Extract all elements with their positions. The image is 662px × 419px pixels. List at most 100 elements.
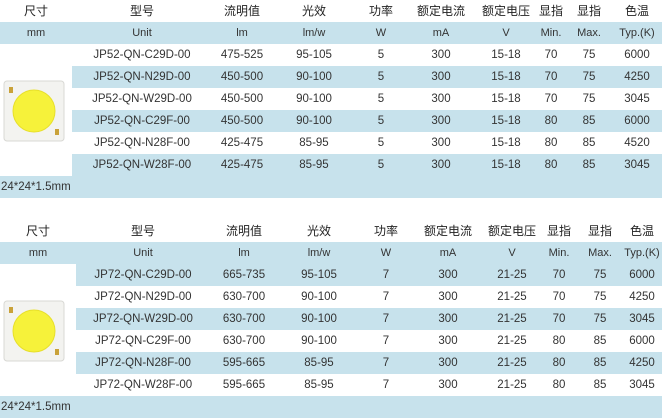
cell-model: JP72-QN-W29D-00 (93, 313, 193, 325)
cell-current: 300 (438, 335, 458, 347)
cell-cri-min: 70 (544, 71, 558, 83)
cell-efficacy: 85-95 (304, 379, 334, 391)
cell-model: JP72-QN-C29F-00 (95, 335, 191, 347)
cell-cri-max: 75 (582, 93, 596, 105)
unit-model: Unit (133, 247, 153, 259)
table-units-row: mm Unit lm lm/w W mA V Min. Max. Typ.(K) (0, 22, 662, 44)
cell-cri-max: 85 (593, 379, 607, 391)
table-row: JP72-QN-W28F-00 595-665 85-95 7 300 21-2… (0, 374, 662, 396)
cell-model: JP52-QN-N29D-00 (93, 71, 191, 83)
cell-cri-max: 85 (593, 357, 607, 369)
cell-power: 7 (382, 335, 390, 347)
cell-efficacy: 90-100 (301, 335, 337, 347)
cell-current: 300 (431, 137, 451, 149)
cell-power: 5 (377, 137, 385, 149)
cell-voltage: 21-25 (497, 335, 527, 347)
table-row: JP52-QN-N29D-00 450-500 90-100 5 300 15-… (0, 66, 662, 88)
cell-cct: 4520 (624, 137, 650, 149)
header-size: 尺寸 (25, 224, 50, 238)
header-model: 型号 (130, 224, 155, 238)
cell-cri-min: 70 (552, 313, 566, 325)
cell-power: 5 (377, 49, 385, 61)
table-units-row: mm Unit lm lm/w W mA V Min. Max. Typ.(K) (0, 242, 662, 264)
unit-model: Unit (132, 27, 152, 39)
cell-cri-min: 80 (552, 379, 566, 391)
unit-efficacy: lm/w (302, 27, 326, 39)
cell-cri-min: 80 (544, 115, 558, 127)
unit-voltage: V (508, 247, 516, 259)
cell-model: JP52-QN-W29D-00 (92, 93, 192, 105)
header-voltage: 额定电压 (487, 224, 536, 238)
cell-model: JP72-QN-N28F-00 (95, 357, 191, 369)
cell-voltage: 15-18 (491, 137, 521, 149)
cell-lumen: 630-700 (222, 313, 266, 325)
cell-cri-max: 85 (593, 335, 607, 347)
header-lumen: 流明值 (225, 224, 262, 238)
table-row: JP52-QN-C29D-00 475-525 95-105 5 300 15-… (0, 44, 662, 66)
cell-power: 7 (382, 379, 390, 391)
cell-efficacy: 85-95 (304, 357, 334, 369)
cell-cri-max: 75 (593, 313, 607, 325)
cell-cri-max: 75 (593, 269, 607, 281)
cell-lumen: 595-665 (222, 379, 266, 391)
unit-cri-max: Max. (577, 27, 601, 39)
table-row: JP52-QN-C29F-00 450-500 90-100 5 300 15-… (0, 110, 662, 132)
unit-size: mm (26, 27, 46, 39)
cell-voltage: 15-18 (491, 115, 521, 127)
table-row: JP72-QN-N28F-00 595-665 85-95 7 300 21-2… (0, 352, 662, 374)
cell-voltage: 15-18 (491, 49, 521, 61)
table-row: JP72-QN-C29D-00 665-735 95-105 7 300 21-… (0, 264, 662, 286)
unit-efficacy: lm/w (307, 247, 331, 259)
unit-lumen: lm (236, 27, 248, 39)
header-size: 尺寸 (23, 4, 48, 18)
header-cri-max: 显指 (587, 224, 612, 238)
table-footer-size: 24*24*1.5mm (0, 176, 662, 198)
cell-cri-min: 80 (552, 335, 566, 347)
cell-efficacy: 85-95 (299, 137, 329, 149)
unit-cct: Typ.(K) (619, 27, 655, 39)
table-header-row: 尺寸 型号 流明值 光效 功率 额定电流 额定电压 显指 显指 色温 (0, 0, 662, 22)
cell-cri-min: 70 (552, 291, 566, 303)
cell-current: 300 (438, 313, 458, 325)
cell-power: 7 (382, 291, 390, 303)
cell-current: 300 (431, 159, 451, 171)
cell-cri-min: 70 (544, 49, 558, 61)
cell-voltage: 15-18 (491, 159, 521, 171)
table-footer-size: 24*24*1.5mm (0, 396, 662, 418)
unit-lumen: lm (238, 247, 250, 259)
cell-model: JP72-QN-C29D-00 (94, 269, 192, 281)
cell-cri-max: 85 (582, 159, 596, 171)
cell-cri-min: 80 (552, 357, 566, 369)
cell-current: 300 (438, 379, 458, 391)
header-current: 额定电流 (423, 224, 472, 238)
cell-current: 300 (438, 269, 458, 281)
cell-voltage: 21-25 (497, 357, 527, 369)
cell-current: 300 (438, 357, 458, 369)
cell-efficacy: 85-95 (299, 159, 329, 171)
header-model: 型号 (129, 4, 154, 18)
table-row: JP52-QN-W29D-00 450-500 90-100 5 300 15-… (0, 88, 662, 110)
cell-lumen: 630-700 (222, 335, 266, 347)
cell-lumen: 425-475 (220, 137, 264, 149)
cell-efficacy: 90-100 (296, 71, 332, 83)
header-lumen: 流明值 (223, 4, 260, 18)
cell-model: JP52-QN-N28F-00 (94, 137, 190, 149)
cell-model: JP52-QN-W28F-00 (92, 159, 192, 171)
cell-lumen: 665-735 (222, 269, 266, 281)
cell-efficacy: 95-105 (296, 49, 332, 61)
header-cct: 色温 (624, 4, 649, 18)
header-cct: 色温 (629, 224, 654, 238)
cell-cct: 3045 (624, 93, 650, 105)
header-efficacy: 光效 (306, 224, 331, 238)
cell-current: 300 (431, 93, 451, 105)
cell-cri-min: 80 (544, 137, 558, 149)
cell-efficacy: 90-100 (301, 291, 337, 303)
unit-power: W (380, 247, 392, 259)
cell-current: 300 (431, 115, 451, 127)
cell-model: JP52-QN-C29D-00 (93, 49, 191, 61)
cell-cct: 4250 (629, 357, 655, 369)
cell-lumen: 630-700 (222, 291, 266, 303)
table-row: JP72-QN-W29D-00 630-700 90-100 7 300 21-… (0, 308, 662, 330)
cell-cct: 6000 (624, 49, 650, 61)
header-cri-min: 显指 (546, 224, 571, 238)
